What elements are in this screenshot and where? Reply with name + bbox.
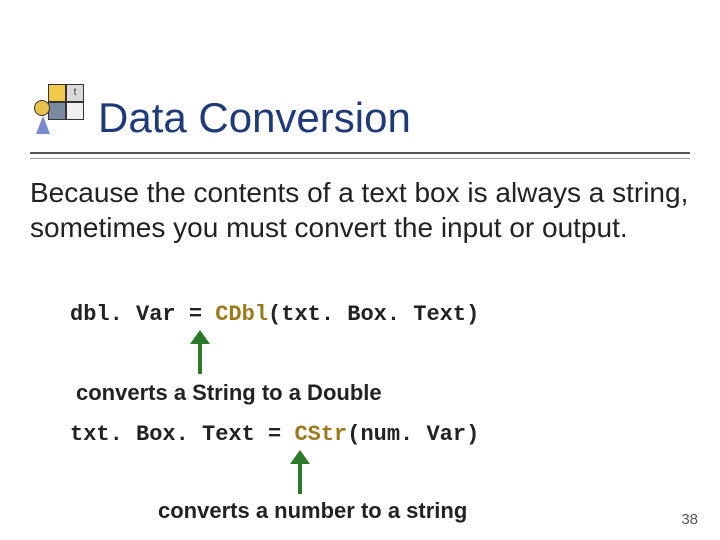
code-text: dbl. Var = bbox=[70, 302, 215, 327]
page-number: 38 bbox=[681, 511, 698, 528]
code-line-cstr: txt. Box. Text = CStr(num. Var) bbox=[70, 422, 479, 447]
logo-icon: t bbox=[34, 82, 86, 142]
annotation-number-to-string: converts a number to a string bbox=[158, 498, 467, 524]
body-paragraph: Because the contents of a text box is al… bbox=[30, 175, 690, 245]
arrow-up-icon bbox=[190, 330, 210, 374]
page-title: Data Conversion bbox=[98, 94, 411, 142]
code-text: txt. Box. Text = bbox=[70, 422, 294, 447]
code-text: (txt. Box. Text) bbox=[268, 302, 479, 327]
code-line-cdbl: dbl. Var = CDbl(txt. Box. Text) bbox=[70, 302, 479, 327]
slide: t Data Conversion Because the contents o… bbox=[0, 0, 720, 540]
title-divider bbox=[30, 152, 690, 154]
code-keyword-cdbl: CDbl bbox=[215, 302, 268, 327]
title-divider-sub bbox=[30, 158, 690, 159]
code-keyword-cstr: CStr bbox=[294, 422, 347, 447]
code-text: (num. Var) bbox=[347, 422, 479, 447]
arrow-up-icon bbox=[290, 450, 310, 494]
annotation-string-to-double: converts a String to a Double bbox=[76, 380, 382, 406]
